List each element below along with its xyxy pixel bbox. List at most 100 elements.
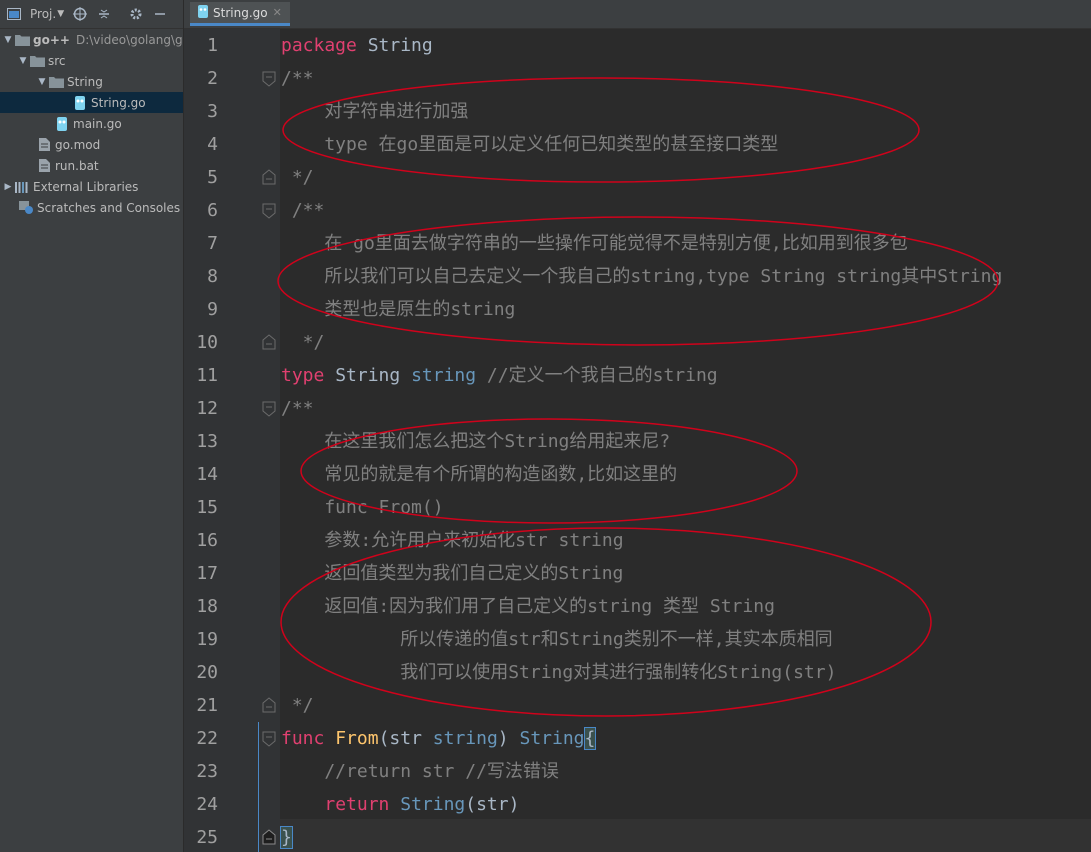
code-line-13: 在这里我们怎么把这个String给用起来尼? — [281, 431, 671, 452]
code-line-8: 所以我们可以自己去定义一个我自己的string,type String stri… — [281, 266, 1003, 287]
line-number: 6 — [207, 200, 218, 221]
code-line-21: */ — [281, 695, 314, 716]
fold-close-icon[interactable] — [262, 334, 276, 350]
code-line-18: 返回值:因为我们用了自己定义的string 类型 String — [281, 596, 775, 617]
line-number: 3 — [207, 101, 218, 122]
fold-close-icon[interactable] — [262, 829, 276, 845]
expand-arrow-icon[interactable]: ▼ — [36, 77, 48, 87]
line-number: 17 — [196, 563, 218, 584]
tree-item-run-bat[interactable]: run.bat — [0, 155, 183, 176]
file-icon — [36, 138, 52, 152]
go-file-icon — [72, 95, 88, 110]
go-file-icon — [54, 116, 70, 131]
line-number: 5 — [207, 167, 218, 188]
line-number: 14 — [196, 464, 218, 485]
current-line-highlight — [280, 819, 1091, 852]
tree-item-label: Scratches and Consoles — [37, 200, 181, 215]
code-paren: ) — [497, 728, 520, 749]
collapse-icon[interactable] — [96, 6, 112, 22]
line-number: 25 — [196, 827, 218, 848]
code-line-16: 参数:允许用户来初始化str string — [281, 530, 624, 551]
line-number: 1 — [207, 35, 218, 56]
code-keyword: type — [281, 365, 325, 386]
line-number: 20 — [196, 662, 218, 683]
code-line-3: 对字符串进行加强 — [281, 101, 469, 122]
project-view-selector[interactable]: Proj. ▼ — [30, 7, 64, 21]
tree-item-main-go[interactable]: main.go — [0, 113, 183, 134]
code-line-19: 所以传递的值str和String类别不一样,其实本质相同 — [281, 629, 833, 650]
tree-item-external-libraries[interactable]: ▶ External Libraries — [0, 176, 183, 197]
code-line-22: func From(str string) String{ — [281, 722, 597, 755]
target-icon[interactable] — [72, 6, 88, 22]
folder-icon — [29, 54, 45, 68]
line-number: 16 — [196, 530, 218, 551]
line-number: 9 — [207, 299, 218, 320]
project-tree: ▼ go++ D:\video\golang\g ▼ src ▼ String … — [0, 29, 183, 218]
fold-open-icon[interactable] — [262, 71, 276, 87]
scope-indicator — [258, 722, 259, 852]
code-type: String — [519, 728, 585, 749]
code-line-12: /** — [281, 398, 314, 419]
tree-item-label: main.go — [73, 116, 122, 131]
editor-tab-bar: String.go ✕ — [184, 0, 1091, 29]
close-icon[interactable]: ✕ — [273, 6, 282, 19]
code-type: String — [389, 794, 466, 815]
line-number: 15 — [196, 497, 218, 518]
fold-open-icon[interactable] — [262, 401, 276, 417]
code-line-5: */ — [281, 167, 314, 188]
code-type: string — [432, 728, 498, 749]
code-line-25: } — [280, 821, 293, 852]
tree-item-go-mod[interactable]: go.mod — [0, 134, 183, 155]
fold-close-icon[interactable] — [262, 697, 276, 713]
code-line-1: package String — [281, 29, 433, 62]
code-paren: ( — [378, 728, 390, 749]
minimize-icon[interactable] — [152, 6, 168, 22]
tree-item-label: src — [48, 53, 66, 68]
tab-label: String.go — [213, 5, 268, 20]
code-text: String — [324, 365, 412, 386]
code-keyword: func — [281, 728, 325, 749]
line-number: 12 — [196, 398, 218, 419]
scratches-icon — [18, 201, 34, 215]
tree-item-label: String — [67, 74, 103, 89]
expand-arrow-icon[interactable]: ▶ — [2, 182, 14, 192]
line-number: 13 — [196, 431, 218, 452]
chevron-down-icon: ▼ — [57, 9, 65, 19]
tab-string-go[interactable]: String.go ✕ — [190, 2, 290, 26]
code-keyword: return — [324, 794, 390, 815]
code-param: str — [389, 728, 422, 749]
tree-item-label: String.go — [91, 95, 146, 110]
expand-arrow-icon[interactable]: ▼ — [2, 35, 14, 45]
line-number: 11 — [196, 365, 218, 386]
fold-close-icon[interactable] — [262, 169, 276, 185]
folder-icon — [14, 33, 30, 47]
tree-item-path: D:\video\golang\g — [75, 32, 183, 47]
gear-icon[interactable] — [128, 6, 144, 22]
fold-open-icon[interactable] — [262, 731, 276, 747]
line-number: 19 — [196, 629, 218, 650]
code-keyword: package — [281, 35, 357, 56]
tree-item-string-go[interactable]: String.go — [0, 92, 183, 113]
expand-arrow-icon[interactable]: ▼ — [17, 56, 29, 66]
tree-item-scratches[interactable]: Scratches and Consoles — [0, 197, 183, 218]
code-line-15: func From() — [281, 497, 444, 518]
project-toolbar: Proj. ▼ — [0, 0, 183, 29]
project-panel: Proj. ▼ ▼ go++ D:\video\golang\g ▼ src ▼ — [0, 0, 184, 852]
line-number: 8 — [207, 266, 218, 287]
code-line-23: //return str //写法错误 — [281, 761, 559, 782]
folder-icon — [48, 75, 64, 89]
project-icon[interactable] — [6, 6, 22, 22]
code-line-14: 常见的就是有个所谓的构造函数,比如这里的 — [281, 464, 678, 485]
code-line-10: */ — [281, 332, 325, 353]
file-icon — [36, 159, 52, 173]
tree-item-string-folder[interactable]: ▼ String — [0, 71, 183, 92]
fold-open-icon[interactable] — [262, 203, 276, 219]
tree-item-label: External Libraries — [33, 179, 139, 194]
tree-item-go-root[interactable]: ▼ go++ D:\video\golang\g — [0, 29, 183, 50]
code-editor[interactable]: 1 2 3 4 5 6 7 8 9 10 11 12 13 14 15 16 1… — [184, 29, 1091, 852]
code-text: String — [356, 35, 433, 56]
line-number: 4 — [207, 134, 218, 155]
code-line-7: 在 go里面去做字符串的一些操作可能觉得不是特别方便,比如用到很多包 — [281, 233, 908, 254]
tree-item-src[interactable]: ▼ src — [0, 50, 183, 71]
